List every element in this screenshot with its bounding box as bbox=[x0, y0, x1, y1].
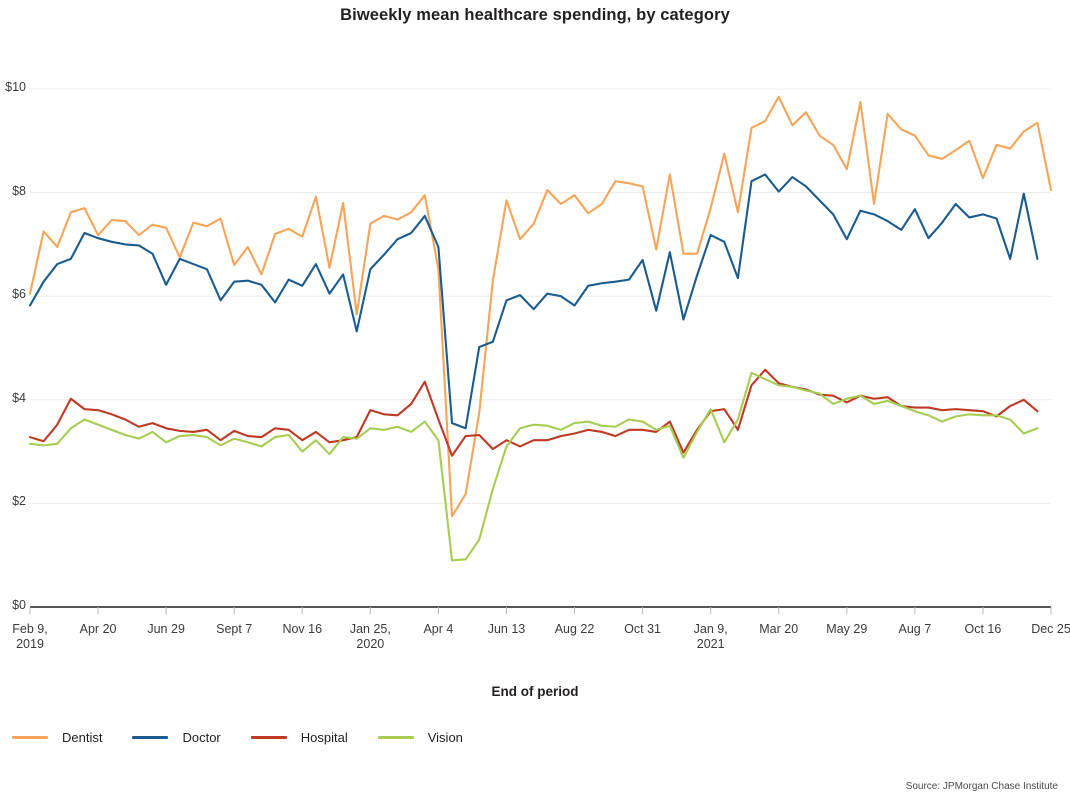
legend-label: Dentist bbox=[62, 730, 103, 745]
legend-swatch-doctor bbox=[132, 735, 169, 740]
y-axis-tick-label: $10 bbox=[5, 80, 26, 94]
legend-swatch-hospital bbox=[250, 735, 287, 740]
legend-swatch-dentist bbox=[12, 735, 48, 740]
chart-container: Biweekly mean healthcare spending, by ca… bbox=[0, 0, 1070, 800]
series-line-hospital bbox=[28, 368, 1039, 457]
series-line-doctor bbox=[28, 173, 1039, 430]
y-axis-tick-label: $8 bbox=[12, 183, 26, 198]
chart-legend: Dentist Doctor Hospital Vision bbox=[12, 730, 493, 745]
legend-label: Vision bbox=[427, 730, 463, 745]
legend-item-vision[interactable]: Vision bbox=[377, 730, 463, 745]
series-line-vision bbox=[28, 371, 1039, 562]
series-line-dentist bbox=[28, 95, 1053, 518]
x-axis-title: End of period bbox=[491, 684, 579, 699]
y-axis-tick-label: $2 bbox=[12, 494, 26, 509]
legend-item-doctor[interactable]: Doctor bbox=[132, 730, 221, 745]
legend-label: Hospital bbox=[300, 730, 348, 745]
y-axis-tick-label: $4 bbox=[12, 390, 26, 405]
legend-item-hospital[interactable]: Hospital bbox=[250, 730, 348, 745]
y-axis-tick-label: $6 bbox=[12, 287, 26, 302]
plot-area bbox=[28, 88, 1053, 614]
y-axis-tick-label: $0 bbox=[12, 598, 26, 612]
legend-swatch-vision bbox=[377, 735, 414, 740]
legend-item-dentist[interactable]: Dentist bbox=[12, 730, 102, 745]
source-note: Source: JPMorgan Chase Institute bbox=[905, 781, 1058, 792]
x-axis-tick-label: Dec 25 bbox=[1031, 622, 1070, 636]
legend-label: Doctor bbox=[182, 730, 221, 745]
